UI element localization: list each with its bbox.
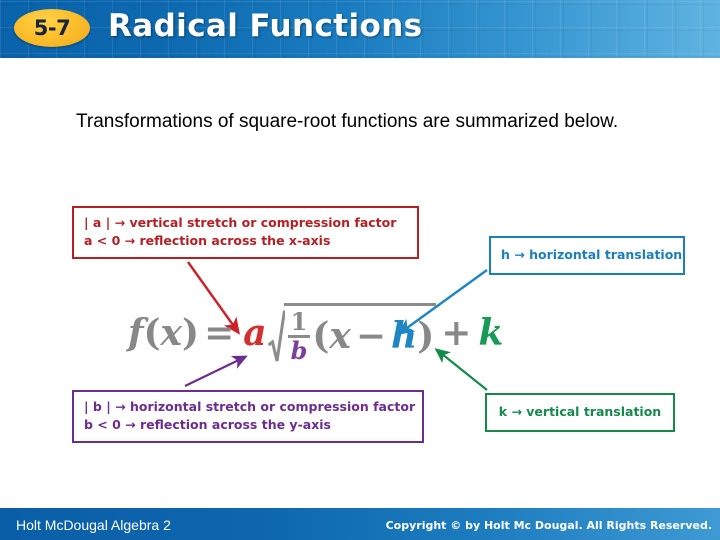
callout-h: h → horizontal translation	[489, 236, 685, 276]
callout-k-line1: k → vertical translation	[498, 404, 662, 419]
radical-expression: 1 b ( x − h )	[267, 303, 437, 366]
function-formula: f ( x ) = a 1 b ( x − h ) + k	[128, 303, 503, 363]
formula-minus: −	[355, 314, 387, 357]
callout-b-line1: | b | → horizontal stretch or compressio…	[84, 399, 416, 414]
formula-equals: =	[204, 311, 235, 354]
callout-a-line1: | a | → vertical stretch or compression …	[84, 215, 397, 230]
fraction-denominator: b	[290, 336, 308, 366]
formula-plus: +	[441, 311, 472, 354]
formula-open-paren-2: (	[312, 314, 330, 357]
footer-copyright: Copyright © by Holt Mc Dougal. All Right…	[385, 519, 712, 532]
radicand: 1 b ( x − h )	[283, 303, 437, 366]
formula-k: k	[478, 311, 504, 354]
lesson-number-label: 5-7	[33, 15, 71, 40]
callout-a: | a | → vertical stretch or compression …	[72, 206, 419, 260]
formula-close-paren-1: )	[182, 311, 200, 354]
page-title: Radical Functions	[108, 8, 423, 44]
fraction-numerator: 1	[290, 307, 308, 336]
callout-b-line2: b < 0 → reflection across the y-axis	[84, 417, 331, 433]
title-banner: 5-7 Radical Functions	[0, 0, 720, 58]
formula-x-1: x	[160, 311, 183, 354]
callout-k: k → vertical translation	[485, 393, 675, 433]
fraction-one-over-b: 1 b	[287, 307, 311, 366]
callout-b: | b | → horizontal stretch or compressio…	[72, 390, 424, 444]
intro-paragraph: Transformations of square-root functions…	[76, 111, 619, 132]
formula-a: a	[243, 311, 267, 354]
radical-sign-icon	[267, 309, 285, 363]
transformations-diagram: | a | → vertical stretch or compression …	[0, 190, 720, 480]
footer-bar: Holt McDougal Algebra 2 Copyright © by H…	[0, 508, 720, 540]
callout-a-line2: a < 0 → reflection across the x-axis	[84, 233, 331, 249]
formula-x-2: x	[329, 314, 351, 357]
formula-open-paren-1: (	[143, 311, 161, 354]
lesson-number-badge: 5-7	[14, 9, 90, 47]
callout-h-line1: h → horizontal translation	[501, 247, 683, 262]
formula-h: h	[391, 314, 418, 357]
footer-book-title: Holt McDougal Algebra 2	[16, 517, 171, 533]
formula-f: f	[128, 311, 144, 354]
formula-close-paren-2: )	[417, 314, 435, 357]
